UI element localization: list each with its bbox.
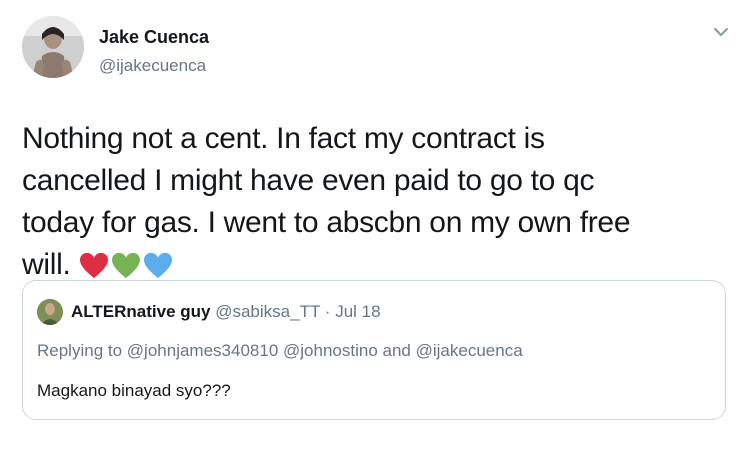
author-avatar[interactable] [22, 16, 84, 78]
reply-mention-1[interactable]: @johnjames340810 [127, 341, 278, 360]
red-heart-icon [79, 252, 108, 279]
quoted-separator: · [324, 302, 331, 321]
quoted-date[interactable]: Jul 18 [335, 302, 380, 321]
reply-mention-2[interactable]: @johnostino [283, 341, 378, 360]
reply-and: and [382, 341, 411, 360]
replying-to-label: Replying to [37, 341, 123, 360]
blue-heart-icon [143, 252, 172, 279]
chevron-down-icon[interactable] [711, 22, 731, 42]
reply-mention-3[interactable]: @ijakecuenca [416, 341, 523, 360]
quoted-text: Magkano binayad syo??? [37, 381, 231, 400]
replying-to-line: Replying to @johnjames340810 @johnostino… [37, 341, 523, 361]
tweet-body: Nothing not a cent. In fact my contract … [22, 118, 662, 292]
author-handle[interactable]: @ijakecuenca [99, 56, 206, 76]
quoted-avatar[interactable] [37, 299, 63, 325]
quoted-meta: ALTERnative guy @sabiksa_TT · Jul 18 [71, 302, 380, 322]
green-heart-icon [111, 252, 140, 279]
author-name[interactable]: Jake Cuenca [99, 27, 209, 48]
quoted-author-handle[interactable]: @sabiksa_TT [215, 302, 320, 321]
quoted-tweet[interactable]: ALTERnative guy ALTERnative guy @sabiksa… [22, 280, 726, 420]
